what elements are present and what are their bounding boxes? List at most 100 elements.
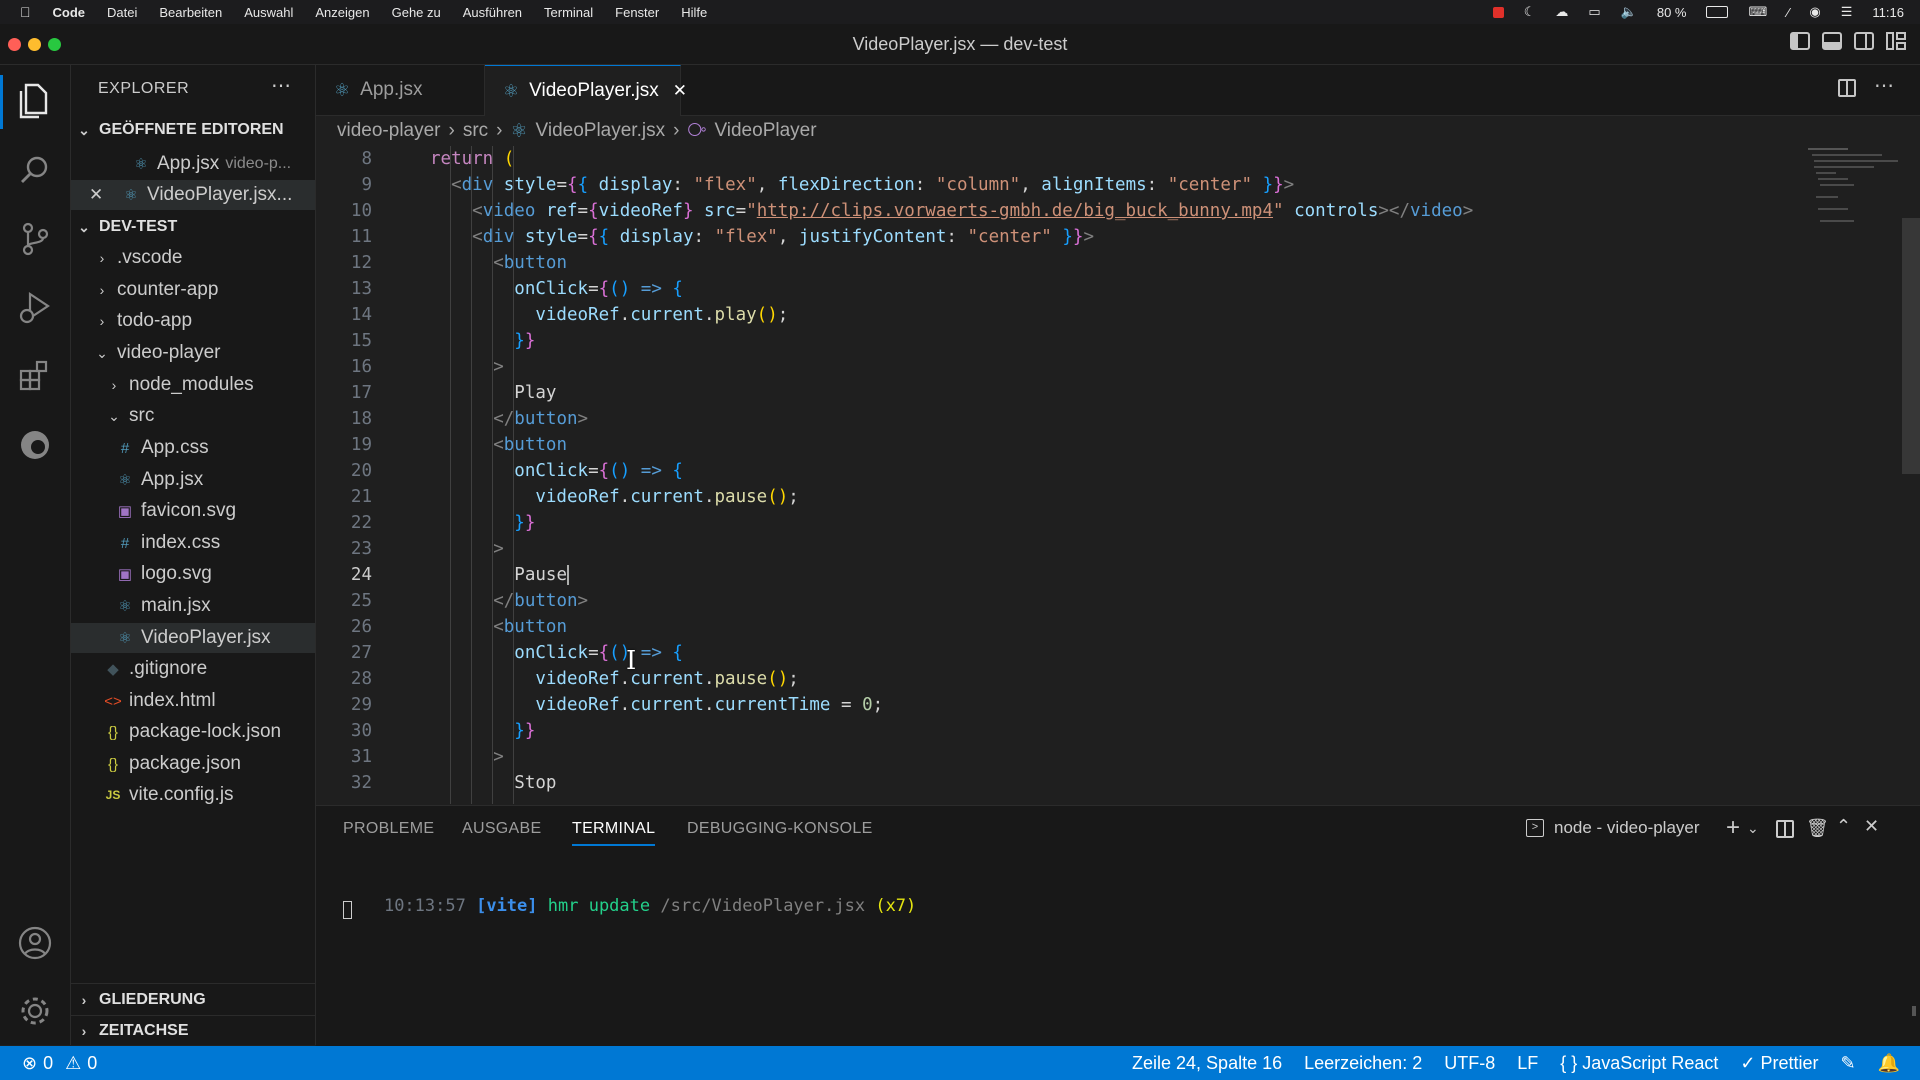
tree-file-main-jsx[interactable]: ⚛ main.jsx [71, 591, 315, 621]
menu-gehe-zu[interactable]: Gehe zu [392, 5, 441, 20]
editor-scrollbar[interactable] [1902, 218, 1920, 474]
terminal-scrollbar[interactable] [1912, 1006, 1916, 1016]
tab-app-jsx[interactable]: ⚛ App.jsx [316, 65, 485, 115]
menu-auswahl[interactable]: Auswahl [244, 5, 293, 20]
menu-anzeigen[interactable]: Anzeigen [315, 5, 369, 20]
customize-layout-icon[interactable] [1886, 32, 1906, 50]
tree-folder-video-player[interactable]: ⌄ video-player [71, 338, 315, 368]
tree-file-logo-svg[interactable]: ▣ logo.svg [71, 559, 315, 589]
source-control-icon[interactable] [15, 219, 55, 259]
breadcrumb-item[interactable]: src [463, 120, 488, 142]
tree-folder-node-modules[interactable]: › node_modules [71, 370, 315, 400]
tree-file-index-css[interactable]: # index.css [71, 528, 315, 558]
menu-hilfe[interactable]: Hilfe [681, 5, 707, 20]
editor-more-actions-icon[interactable]: ⋯ [1874, 73, 1894, 98]
terminal-selector[interactable]: > node - video-player [1526, 818, 1700, 838]
tree-file-favicon-svg[interactable]: ▣ favicon.svg [71, 496, 315, 526]
tree-file-package-lock-json[interactable]: {} package-lock.json [71, 717, 315, 747]
apple-icon[interactable]:  [20, 4, 31, 20]
tree-file-gitignore[interactable]: ◆ .gitignore [71, 654, 315, 684]
display-icon[interactable]: ▭ [1588, 4, 1600, 20]
breadcrumb-item[interactable]: video-player [337, 120, 441, 142]
breadcrumb-item[interactable]: VideoPlayer [714, 120, 816, 142]
tree-folder-todo-app[interactable]: › todo-app [71, 306, 315, 336]
cloud-icon[interactable]: ☁ [1555, 4, 1568, 20]
record-icon[interactable] [1492, 6, 1504, 18]
explorer-more-actions-icon[interactable]: ⋯ [271, 73, 291, 98]
open-editor-app-jsx[interactable]: ⚛ App.jsx video-p... [71, 149, 315, 179]
language-mode[interactable]: { } JavaScript React [1560, 1053, 1718, 1074]
tab-close-icon[interactable]: ✕ [673, 81, 687, 101]
trash-icon[interactable]: 🗑 [1806, 818, 1829, 839]
minimap[interactable] [1804, 146, 1904, 236]
tree-file-index-html[interactable]: <> index.html [71, 686, 315, 716]
timeline-section[interactable]: › ZEITACHSE [71, 1018, 315, 1044]
bell-icon[interactable]: 🔔 [1878, 1053, 1900, 1074]
open-editor-videoplayer-jsx[interactable]: ✕ ⚛ VideoPlayer.jsx... [71, 180, 315, 210]
tree-file-app-css[interactable]: # App.css [71, 433, 315, 463]
tab-terminal[interactable]: TERMINAL [572, 820, 656, 846]
encoding[interactable]: UTF-8 [1444, 1053, 1495, 1074]
tab-ausgabe[interactable]: AUSGABE [462, 820, 541, 838]
close-icon[interactable]: ✕ [89, 185, 113, 205]
explorer-icon[interactable] [15, 81, 55, 121]
menu-ausfuehren[interactable]: Ausführen [463, 5, 522, 20]
prettier-status[interactable]: ✓ Prettier [1740, 1053, 1818, 1074]
menu-code[interactable]: Code [53, 5, 86, 20]
open-editors-section[interactable]: ⌄ GEÖFFNETE EDITOREN [71, 117, 315, 143]
toggle-panel-icon[interactable] [1822, 32, 1842, 50]
extensions-icon[interactable] [15, 355, 55, 395]
tree-file-vite-config-js[interactable]: JS vite.config.js [71, 780, 315, 810]
indentation[interactable]: Leerzeichen: 2 [1304, 1053, 1422, 1074]
video-src-link[interactable]: http://clips.vorwaerts-gmbh.de/big_buck_… [757, 201, 1273, 221]
tree-file-package-json[interactable]: {} package.json [71, 749, 315, 779]
line-content: }} [514, 331, 536, 351]
cursor-position[interactable]: Zeile 24, Spalte 16 [1132, 1053, 1282, 1074]
code-line: 28 videoRef.current.pause(); [316, 666, 1856, 692]
accounts-icon[interactable] [15, 923, 55, 963]
outline-section[interactable]: › GLIEDERUNG [71, 987, 315, 1013]
toggle-primary-sidebar-icon[interactable] [1790, 32, 1810, 50]
clock[interactable]: 11:16 [1872, 5, 1904, 20]
battery-icon[interactable] [1706, 6, 1729, 18]
menu-terminal[interactable]: Terminal [544, 5, 593, 20]
control-center-icon[interactable]: ☰ [1841, 4, 1853, 20]
split-editor-icon[interactable] [1838, 79, 1856, 97]
tree-folder-vscode[interactable]: › .vscode [71, 243, 315, 273]
maximize-window-button[interactable] [48, 38, 61, 51]
breadcrumb-item[interactable]: VideoPlayer.jsx [536, 120, 666, 142]
chevron-down-icon[interactable]: ⌄ [1747, 820, 1759, 837]
feedback-icon[interactable]: ✎ [1840, 1053, 1855, 1074]
volume-icon[interactable]: 🔈 [1621, 4, 1637, 20]
close-window-button[interactable] [8, 38, 21, 51]
wifi-off-icon[interactable]: ∕ [1787, 5, 1789, 20]
keyboard-icon[interactable]: ⌨ [1748, 4, 1767, 20]
tree-file-app-jsx[interactable]: ⚛ App.jsx [71, 465, 315, 495]
toggle-secondary-sidebar-icon[interactable] [1854, 32, 1874, 50]
siri-icon[interactable]: ◉ [1809, 4, 1820, 20]
problems-indicator[interactable]: ⊗ 0 ⚠ 0 [22, 1053, 97, 1074]
run-debug-icon[interactable] [15, 287, 55, 327]
new-terminal-icon[interactable]: + [1726, 814, 1740, 842]
moon-icon[interactable]: ☾ [1524, 4, 1536, 20]
maximize-panel-icon[interactable]: ⌃ [1836, 816, 1851, 837]
code-editor[interactable]: 8 return ( 9 <div style={{ display: "flex… [316, 146, 1920, 804]
edge-browser-icon[interactable] [15, 425, 55, 465]
tree-folder-counter-app[interactable]: › counter-app [71, 275, 315, 305]
tree-folder-src[interactable]: ⌄ src [71, 401, 315, 431]
search-icon[interactable] [15, 150, 55, 190]
tab-probleme[interactable]: PROBLEME [343, 820, 434, 838]
settings-gear-icon[interactable] [15, 991, 55, 1031]
code-line: 29 videoRef.current.currentTime = 0; [316, 692, 1856, 718]
tab-debugging-konsole[interactable]: DEBUGGING-KONSOLE [687, 820, 873, 838]
tree-file-videoplayer-jsx[interactable]: ⚛ VideoPlayer.jsx [71, 623, 315, 653]
menu-fenster[interactable]: Fenster [615, 5, 659, 20]
close-panel-icon[interactable]: ✕ [1864, 816, 1879, 837]
end-of-line[interactable]: LF [1517, 1053, 1538, 1074]
split-terminal-icon[interactable] [1776, 820, 1794, 838]
tab-videoplayer-jsx[interactable]: ⚛ VideoPlayer.jsx ✕ [485, 65, 687, 116]
minimize-window-button[interactable] [28, 38, 41, 51]
menu-datei[interactable]: Datei [107, 5, 137, 20]
menu-bearbeiten[interactable]: Bearbeiten [159, 5, 222, 20]
workspace-section[interactable]: ⌄ DEV-TEST [71, 214, 315, 240]
